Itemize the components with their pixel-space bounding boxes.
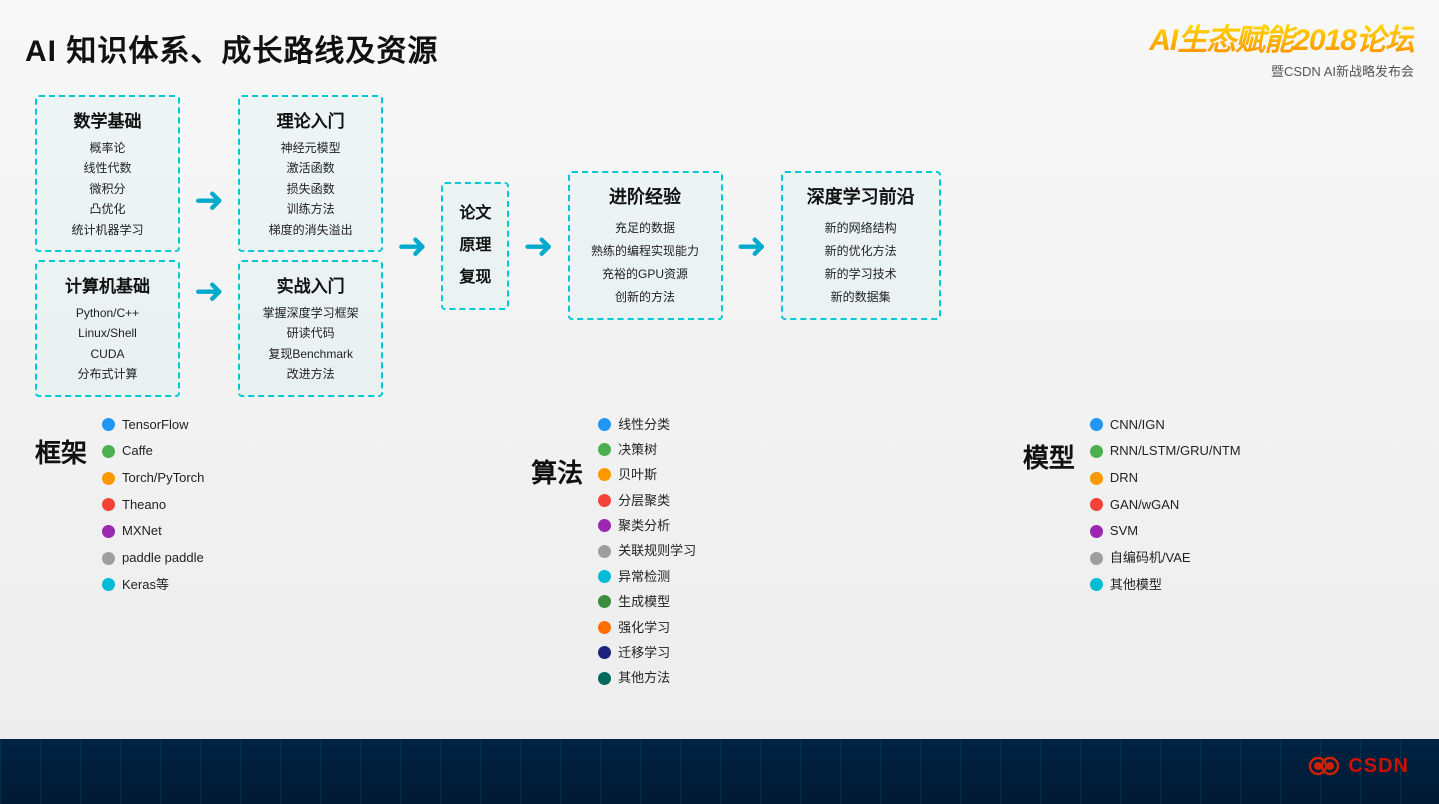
- model-other: 其他模型: [1090, 573, 1241, 598]
- alg-cluster: 聚类分析: [598, 514, 696, 537]
- arrow-3: ➜: [523, 225, 553, 267]
- bottom-section: 框架 TensorFlow Caffe Torch/PyTorch Theano: [25, 413, 1414, 690]
- practice-box-title: 实战入门: [254, 272, 367, 297]
- progress-box: 进阶经验 充足的数据熟练的编程实现能力充裕的GPU资源创新的方法: [568, 171, 723, 320]
- deep-box-items: 新的网络结构新的优化方法新的学习技术新的数据集: [799, 217, 923, 308]
- logo-area: AI生态赋能2018论坛 暨CSDN AI新战略发布会: [1149, 15, 1414, 80]
- frameworks-section: 框架 TensorFlow Caffe Torch/PyTorch Theano: [35, 413, 204, 598]
- models-section: 模型 CNN/IGN RNN/LSTM/GRU/NTM DRN GAN/wGAN…: [1023, 413, 1241, 598]
- dot-theano: [102, 498, 115, 511]
- alg-anomaly: 异常检测: [598, 565, 696, 588]
- deep-box-title: 深度学习前沿: [799, 183, 923, 209]
- alg-decision: 决策树: [598, 438, 696, 461]
- alg-other: 其他方法: [598, 666, 696, 689]
- algorithms-section: 算法 线性分类 决策树 贝叶斯 分层聚类 聚类分析 关联规则学习: [531, 413, 696, 690]
- algorithms-label: 算法: [531, 453, 583, 490]
- model-gan: GAN/wGAN: [1090, 493, 1241, 518]
- arrow-2: ➜: [397, 225, 427, 267]
- cs-box-items: Python/C++Linux/ShellCUDA分布式计算: [51, 303, 164, 385]
- deep-box: 深度学习前沿 新的网络结构新的优化方法新的学习技术新的数据集: [781, 171, 941, 320]
- alg-linear: 线性分类: [598, 413, 696, 436]
- fw-paddle: paddle paddle: [102, 546, 204, 571]
- cs-box-title: 计算机基础: [51, 272, 164, 297]
- fw-theano: Theano: [102, 493, 204, 518]
- alg-assoc: 关联规则学习: [598, 539, 696, 562]
- model-autoencoder: 自编码机/VAE: [1090, 546, 1241, 571]
- theory-box-title: 理论入门: [254, 107, 367, 132]
- arrow-1: ➜ ➜: [194, 182, 224, 309]
- models-label: 模型: [1023, 438, 1075, 475]
- math-box-items: 概率论线性代数微积分凸优化统计机器学习: [51, 138, 164, 240]
- progress-box-items: 充足的数据熟练的编程实现能力充裕的GPU资源创新的方法: [586, 217, 705, 308]
- alg-hierarchical: 分层聚类: [598, 489, 696, 512]
- theory-box: 理论入门 神经元模型激活函数损失函数训练方法梯度的消失溢出: [238, 95, 383, 252]
- practice-box: 实战入门 掌握深度学习框架研读代码复现Benchmark改进方法: [238, 260, 383, 397]
- col-foundations: 数学基础 概率论线性代数微积分凸优化统计机器学习 计算机基础 Python/C+…: [35, 95, 180, 397]
- dot-tensorflow: [102, 418, 115, 431]
- paper-box: 论文原理复现: [441, 182, 509, 310]
- alg-rl: 强化学习: [598, 616, 696, 639]
- logo-subtitle: 暨CSDN AI新战略发布会: [1149, 61, 1414, 80]
- dot-keras: [102, 578, 115, 591]
- csdn-logo-bottom: CSDN: [1306, 748, 1409, 784]
- progress-box-title: 进阶经验: [586, 183, 705, 209]
- col-entry: 理论入门 神经元模型激活函数损失函数训练方法梯度的消失溢出 实战入门 掌握深度学…: [238, 95, 383, 397]
- csdn-icon: [1306, 748, 1342, 784]
- dot-mxnet: [102, 525, 115, 538]
- flow-diagram: 数学基础 概率论线性代数微积分凸优化统计机器学习 计算机基础 Python/C+…: [25, 95, 1414, 397]
- fw-caffe: Caffe: [102, 439, 204, 464]
- dot-paddle: [102, 552, 115, 565]
- cs-box: 计算机基础 Python/C++Linux/ShellCUDA分布式计算: [35, 260, 180, 397]
- math-box-title: 数学基础: [51, 107, 164, 132]
- header: AI 知识体系、成长路线及资源 AI生态赋能2018论坛 暨CSDN AI新战略…: [25, 15, 1414, 80]
- dot-torch: [102, 472, 115, 485]
- fw-torch: Torch/PyTorch: [102, 466, 204, 491]
- model-cnn: CNN/IGN: [1090, 413, 1241, 438]
- model-svm: SVM: [1090, 519, 1241, 544]
- main-title: AI 知识体系、成长路线及资源: [25, 26, 438, 70]
- theory-box-items: 神经元模型激活函数损失函数训练方法梯度的消失溢出: [254, 138, 367, 240]
- model-drn: DRN: [1090, 466, 1241, 491]
- alg-bayes: 贝叶斯: [598, 463, 696, 486]
- paper-text: 论文原理复现: [455, 198, 495, 294]
- arrow-4: ➜: [737, 225, 767, 267]
- csdn-text: CSDN: [1348, 755, 1409, 778]
- alg-generative: 生成模型: [598, 590, 696, 613]
- practice-box-items: 掌握深度学习框架研读代码复现Benchmark改进方法: [254, 303, 367, 385]
- fw-mxnet: MXNet: [102, 519, 204, 544]
- fw-tensorflow: TensorFlow: [102, 413, 204, 438]
- frameworks-list: TensorFlow Caffe Torch/PyTorch Theano MX…: [102, 413, 204, 598]
- math-box: 数学基础 概率论线性代数微积分凸优化统计机器学习: [35, 95, 180, 252]
- model-rnn: RNN/LSTM/GRU/NTM: [1090, 439, 1241, 464]
- dot-caffe: [102, 445, 115, 458]
- algorithms-list: 线性分类 决策树 贝叶斯 分层聚类 聚类分析 关联规则学习 异常: [598, 413, 696, 690]
- frameworks-label: 框架: [35, 433, 87, 470]
- alg-transfer: 迁移学习: [598, 641, 696, 664]
- logo-title: AI生态赋能2018论坛: [1149, 15, 1414, 59]
- models-list: CNN/IGN RNN/LSTM/GRU/NTM DRN GAN/wGAN SV…: [1090, 413, 1241, 598]
- fw-keras: Keras等: [102, 573, 204, 598]
